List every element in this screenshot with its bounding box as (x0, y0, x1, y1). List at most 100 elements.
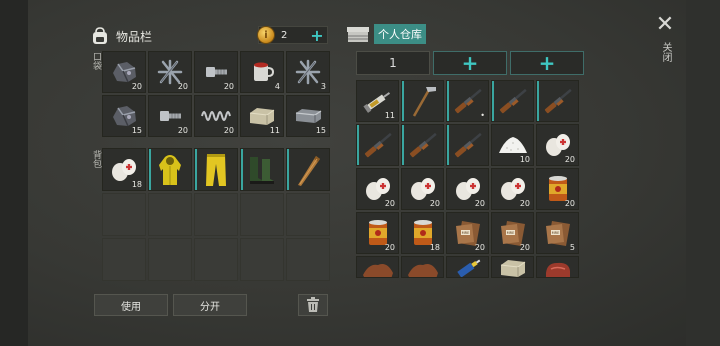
item-quantity: 15 (315, 126, 326, 135)
storage-controls: 1 + + (356, 51, 584, 75)
item-quantity: 20 (429, 199, 440, 208)
item-slot[interactable] (356, 124, 399, 166)
close-button[interactable]: ✕ (654, 14, 676, 36)
shotgun-icon (405, 129, 441, 161)
item-quantity: 11 (269, 126, 280, 135)
pocket-grid: 20 20 20 4 3 15 20 20 11 15 (102, 51, 330, 137)
coin-counter: i 2 + (257, 26, 328, 45)
item-slot[interactable]: 20 (148, 51, 192, 93)
item-quantity: 20 (223, 126, 234, 135)
item-slot[interactable]: 20 (446, 168, 489, 210)
item-slot[interactable] (446, 124, 489, 166)
storage-grid: 11 • 10 20 20 20 20 20 20 20 18 MRE 20 MRE 20 MRE 5 (356, 80, 579, 278)
item-slot[interactable]: 20 (536, 124, 579, 166)
item-quantity: 15 (131, 126, 142, 135)
item-slot[interactable]: 3 (286, 51, 330, 93)
shotgun-icon (540, 85, 576, 117)
item-slot[interactable]: 4 (240, 51, 284, 93)
item-slot[interactable]: 20 (148, 95, 192, 137)
item-slot[interactable]: 20 (194, 51, 238, 93)
item-quantity: 10 (519, 155, 530, 164)
item-slot[interactable]: 20 (401, 168, 444, 210)
item-quantity: 5 (569, 243, 575, 252)
item-slot[interactable] (194, 148, 238, 191)
item-slot[interactable]: 11 (240, 95, 284, 137)
item-slot[interactable] (491, 256, 534, 278)
svg-text:MRE: MRE (461, 231, 470, 235)
empty-slot[interactable] (148, 193, 192, 236)
raincoat-icon (155, 153, 185, 187)
item-slot[interactable] (536, 80, 579, 122)
trash-button[interactable] (298, 294, 328, 316)
add-storage-page-button-2[interactable]: + (510, 51, 584, 75)
item-slot[interactable]: MRE 20 (491, 212, 534, 254)
storage-page-indicator[interactable]: 1 (356, 51, 430, 75)
item-slot[interactable] (446, 256, 489, 278)
svg-text:MRE: MRE (551, 231, 560, 235)
item-slot[interactable]: 15 (286, 95, 330, 137)
split-button[interactable]: 分开 (173, 294, 247, 316)
empty-slot[interactable] (240, 238, 284, 281)
empty-slot[interactable] (286, 238, 330, 281)
item-slot[interactable] (401, 124, 444, 166)
empty-slot[interactable] (194, 238, 238, 281)
item-slot[interactable]: • (446, 80, 489, 122)
item-slot[interactable] (491, 80, 534, 122)
yellow-pants-icon (203, 152, 229, 188)
item-slot[interactable] (401, 256, 444, 278)
item-quantity: 20 (384, 243, 395, 252)
item-slot[interactable]: 20 (194, 95, 238, 137)
item-slot[interactable]: 20 (356, 212, 399, 254)
storage-box-icon (346, 24, 370, 44)
item-slot[interactable] (356, 256, 399, 278)
item-slot[interactable]: 20 (536, 168, 579, 210)
item-quantity: • (480, 111, 485, 120)
empty-slot[interactable] (194, 193, 238, 236)
item-slot[interactable] (148, 148, 192, 191)
empty-slot[interactable] (286, 193, 330, 236)
item-quantity: 3 (320, 82, 326, 91)
add-coins-button[interactable]: + (307, 26, 327, 45)
item-slot[interactable] (536, 256, 579, 278)
item-quantity: 20 (564, 155, 575, 164)
item-quantity: 20 (384, 199, 395, 208)
item-slot[interactable]: 15 (102, 95, 146, 137)
left-edge (0, 0, 28, 346)
stone-block-icon (247, 105, 277, 127)
item-slot[interactable]: 18 (401, 212, 444, 254)
backpack-grid: 18 (102, 148, 330, 281)
metal-bar-icon (293, 106, 323, 126)
raw-meat-icon (543, 257, 573, 277)
item-slot[interactable] (286, 148, 330, 191)
item-slot[interactable]: 18 (102, 148, 146, 191)
empty-slot[interactable] (102, 238, 146, 281)
item-slot[interactable]: 10 (491, 124, 534, 166)
item-slot[interactable] (240, 148, 284, 191)
item-quantity: 18 (429, 243, 440, 252)
item-quantity: 11 (384, 111, 395, 120)
item-slot[interactable]: MRE 5 (536, 212, 579, 254)
mre-pack-icon: MRE (542, 218, 574, 248)
item-slot[interactable]: 20 (102, 51, 146, 93)
iron-nails-icon (293, 58, 323, 86)
item-slot[interactable]: MRE 20 (446, 212, 489, 254)
backpack-icon (90, 26, 110, 46)
item-quantity: 20 (474, 243, 485, 252)
storage-header: 个人仓库 (346, 24, 426, 44)
add-storage-page-button[interactable]: + (433, 51, 507, 75)
shotgun-icon (360, 129, 396, 161)
empty-slot[interactable] (240, 193, 284, 236)
close-label[interactable]: 关闭 (658, 42, 673, 62)
item-slot[interactable]: 11 (356, 80, 399, 122)
shotgun-icon (495, 85, 531, 117)
item-slot[interactable] (401, 80, 444, 122)
item-quantity: 20 (474, 199, 485, 208)
item-slot[interactable]: 20 (491, 168, 534, 210)
empty-slot[interactable] (102, 193, 146, 236)
spring-icon (199, 105, 233, 127)
empty-slot[interactable] (148, 238, 192, 281)
use-button[interactable]: 使用 (94, 294, 168, 316)
item-quantity: 20 (177, 82, 188, 91)
item-quantity: 20 (177, 126, 188, 135)
item-slot[interactable]: 20 (356, 168, 399, 210)
